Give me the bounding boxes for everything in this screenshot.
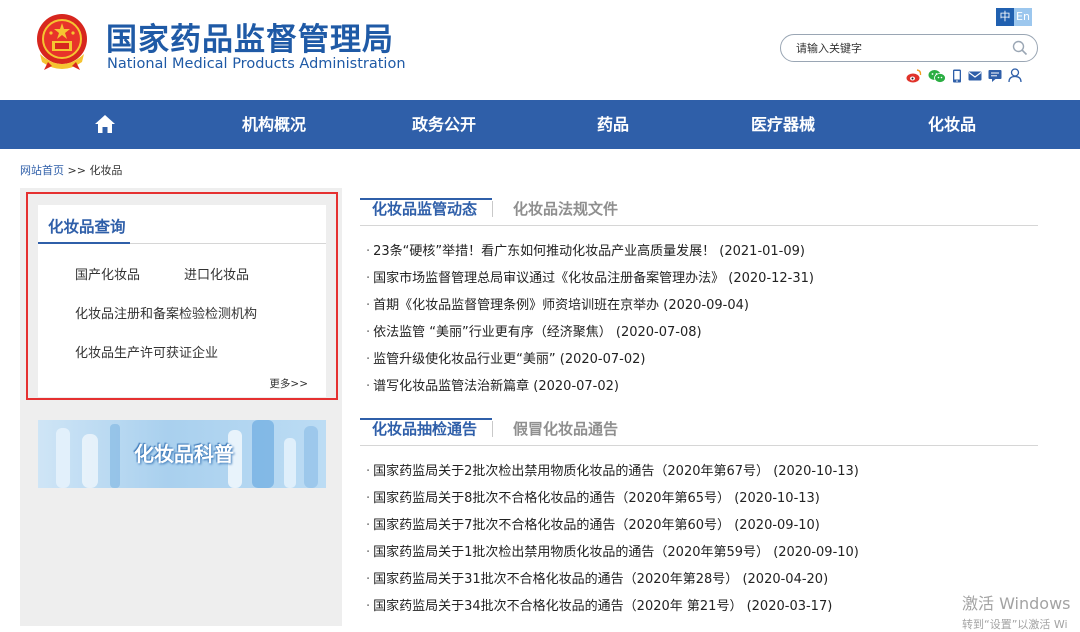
inspection-notices-section: 化妆品抽检通告 假冒化妆品通告 · 国家药监局关于2批次检出禁用物质化妆品的通告（… xyxy=(360,412,1038,614)
breadcrumb-separator: >> xyxy=(67,164,86,177)
notice-title[interactable]: 国家药监局关于31批次不合格化妆品的通告（2020年第28号） xyxy=(373,572,738,587)
social-links xyxy=(906,68,1022,83)
news-item[interactable]: · 监管升级使化妆品行业更“美丽” (2020-07-02) xyxy=(366,348,1038,367)
message-icon[interactable] xyxy=(988,69,1002,83)
news-date: (2020-07-02) xyxy=(559,352,646,367)
watermark-line-1: 激活 Windows xyxy=(962,594,1071,613)
news-title[interactable]: 监管升级使化妆品行业更“美丽” xyxy=(373,352,555,367)
active-tab-underline xyxy=(360,418,492,420)
regulatory-news-section: 化妆品监管动态 化妆品法规文件 · 23条“硬核”举措！看广东如何推动化妆品产业高… xyxy=(360,192,1038,394)
search-input[interactable] xyxy=(796,41,1006,55)
notice-item[interactable]: · 国家药监局关于7批次不合格化妆品的通告（2020年第60号） (2020-09… xyxy=(366,514,1038,533)
news-item[interactable]: · 首期《化妆品监督管理条例》师资培训班在京举办 (2020-09-04) xyxy=(366,294,1038,313)
notice-item[interactable]: · 国家药监局关于2批次检出禁用物质化妆品的通告（2020年第67号） (2020… xyxy=(366,460,1038,479)
notice-item[interactable]: · 国家药监局关于8批次不合格化妆品的通告（2020年第65号） (2020-10… xyxy=(366,487,1038,506)
active-tab-underline xyxy=(360,198,492,200)
section-tabs: 化妆品监管动态 化妆品法规文件 xyxy=(360,192,1038,226)
news-date: (2020-07-02) xyxy=(533,379,619,394)
nav-item-medical-devices[interactable]: 医疗器械 xyxy=(751,100,815,149)
breadcrumb-current: 化妆品 xyxy=(89,164,123,177)
tab-regulations[interactable]: 化妆品法规文件 xyxy=(513,198,618,219)
main-nav: 机构概况 政务公开 药品 医疗器械 化妆品 xyxy=(0,100,1080,149)
news-item[interactable]: · 谱写化妆品监管法治新篇章 (2020-07-02) xyxy=(366,375,1038,394)
title-underline xyxy=(38,242,130,244)
home-icon[interactable] xyxy=(94,114,116,134)
query-link-testing-institutions[interactable]: 化妆品注册和备案检验检测机构 xyxy=(75,303,257,322)
lang-chinese-button[interactable]: 中 xyxy=(996,8,1014,26)
notice-title[interactable]: 国家药监局关于1批次检出禁用物质化妆品的通告（2020年第59号） xyxy=(373,545,769,560)
nav-item-government-affairs[interactable]: 政务公开 xyxy=(412,100,476,149)
tab-regulatory-news[interactable]: 化妆品监管动态 xyxy=(372,198,477,219)
breadcrumb-home-link[interactable]: 网站首页 xyxy=(20,164,64,177)
tab-counterfeit-notices[interactable]: 假冒化妆品通告 xyxy=(513,418,618,439)
query-link-imported[interactable]: 进口化妆品 xyxy=(184,264,249,283)
national-emblem-icon xyxy=(37,14,87,70)
mobile-icon[interactable] xyxy=(952,69,962,83)
banner-title: 化妆品科普 xyxy=(134,442,234,466)
notice-item[interactable]: · 国家药监局关于31批次不合格化妆品的通告（2020年第28号） (2020-0… xyxy=(366,568,1038,587)
nav-item-about[interactable]: 机构概况 xyxy=(242,100,306,149)
watermark-line-2: 转到“设置”以激活 Wi xyxy=(962,618,1068,631)
user-icon[interactable] xyxy=(1008,68,1022,83)
weibo-icon[interactable] xyxy=(906,68,922,83)
site-header: 国家药品监督管理局 National Medical Products Admi… xyxy=(0,0,1080,100)
search-box xyxy=(780,34,1038,62)
notice-date: (2020-03-17) xyxy=(746,599,833,614)
news-title[interactable]: 谱写化妆品监管法治新篇章 xyxy=(373,379,529,394)
site-subtitle[interactable]: National Medical Products Administration xyxy=(107,56,406,72)
cosmetics-science-banner[interactable]: 化妆品科普 xyxy=(38,420,326,488)
news-title[interactable]: 国家市场监督管理总局审议通过《化妆品注册备案管理办法》 xyxy=(373,271,724,286)
news-date: (2020-12-31) xyxy=(728,271,814,286)
news-date: (2021-01-09) xyxy=(719,244,805,259)
news-title[interactable]: 23条“硬核”举措！看广东如何推动化妆品产业高质量发展！ xyxy=(373,244,715,259)
notice-title[interactable]: 国家药监局关于2批次检出禁用物质化妆品的通告（2020年第67号） xyxy=(373,464,769,479)
notice-title[interactable]: 国家药监局关于8批次不合格化妆品的通告（2020年第65号） xyxy=(373,491,730,506)
notice-date: (2020-09-10) xyxy=(734,518,820,533)
news-title[interactable]: 首期《化妆品监督管理条例》师资培训班在京举办 xyxy=(373,298,659,313)
tab-inspection-notices[interactable]: 化妆品抽检通告 xyxy=(372,418,477,439)
query-link-domestic[interactable]: 国产化妆品 xyxy=(75,264,140,283)
news-date: (2020-07-08) xyxy=(615,325,702,340)
wechat-icon[interactable] xyxy=(928,69,946,83)
search-icon[interactable] xyxy=(1012,40,1028,56)
notice-item[interactable]: · 国家药监局关于1批次检出禁用物质化妆品的通告（2020年第59号） (2020… xyxy=(366,541,1038,560)
tab-separator xyxy=(492,201,493,217)
query-link-licensed-producers[interactable]: 化妆品生产许可获证企业 xyxy=(75,342,218,361)
news-item[interactable]: · 依法监管 “美丽”行业更有序（经济聚焦） (2020-07-08) xyxy=(366,321,1038,340)
section-tabs: 化妆品抽检通告 假冒化妆品通告 xyxy=(360,412,1038,446)
nav-item-cosmetics[interactable]: 化妆品 xyxy=(928,100,976,149)
lang-english-button[interactable]: En xyxy=(1014,8,1032,26)
mail-icon[interactable] xyxy=(968,70,982,82)
site-title[interactable]: 国家药品监督管理局 xyxy=(106,14,394,59)
news-title[interactable]: 依法监管 “美丽”行业更有序（经济聚焦） xyxy=(373,325,612,340)
query-more-link[interactable]: 更多>> xyxy=(269,376,308,391)
notice-title[interactable]: 国家药监局关于7批次不合格化妆品的通告（2020年第60号） xyxy=(373,518,730,533)
news-date: (2020-09-04) xyxy=(663,298,749,313)
breadcrumb: 网站首页 >> 化妆品 xyxy=(20,162,122,178)
cosmetics-query-panel: 化妆品查询 国产化妆品 进口化妆品 化妆品注册和备案检验检测机构 化妆品生产许可… xyxy=(38,205,326,397)
notice-title[interactable]: 国家药监局关于34批次不合格化妆品的通告（2020年 第21号） xyxy=(373,599,742,614)
notice-date: (2020-10-13) xyxy=(734,491,820,506)
notice-date: (2020-04-20) xyxy=(742,572,829,587)
nav-item-drugs[interactable]: 药品 xyxy=(597,100,629,149)
language-switch: 中 En xyxy=(996,8,1032,26)
news-item[interactable]: · 23条“硬核”举措！看广东如何推动化妆品产业高质量发展！ (2021-01-0… xyxy=(366,240,1038,259)
notice-date: (2020-10-13) xyxy=(773,464,859,479)
notice-item[interactable]: · 国家药监局关于34批次不合格化妆品的通告（2020年 第21号） (2020-… xyxy=(366,595,1038,614)
query-panel-title: 化妆品查询 xyxy=(48,218,126,236)
news-item[interactable]: · 国家市场监督管理总局审议通过《化妆品注册备案管理办法》 (2020-12-31… xyxy=(366,267,1038,286)
notice-date: (2020-09-10) xyxy=(773,545,859,560)
tab-separator xyxy=(492,421,493,437)
